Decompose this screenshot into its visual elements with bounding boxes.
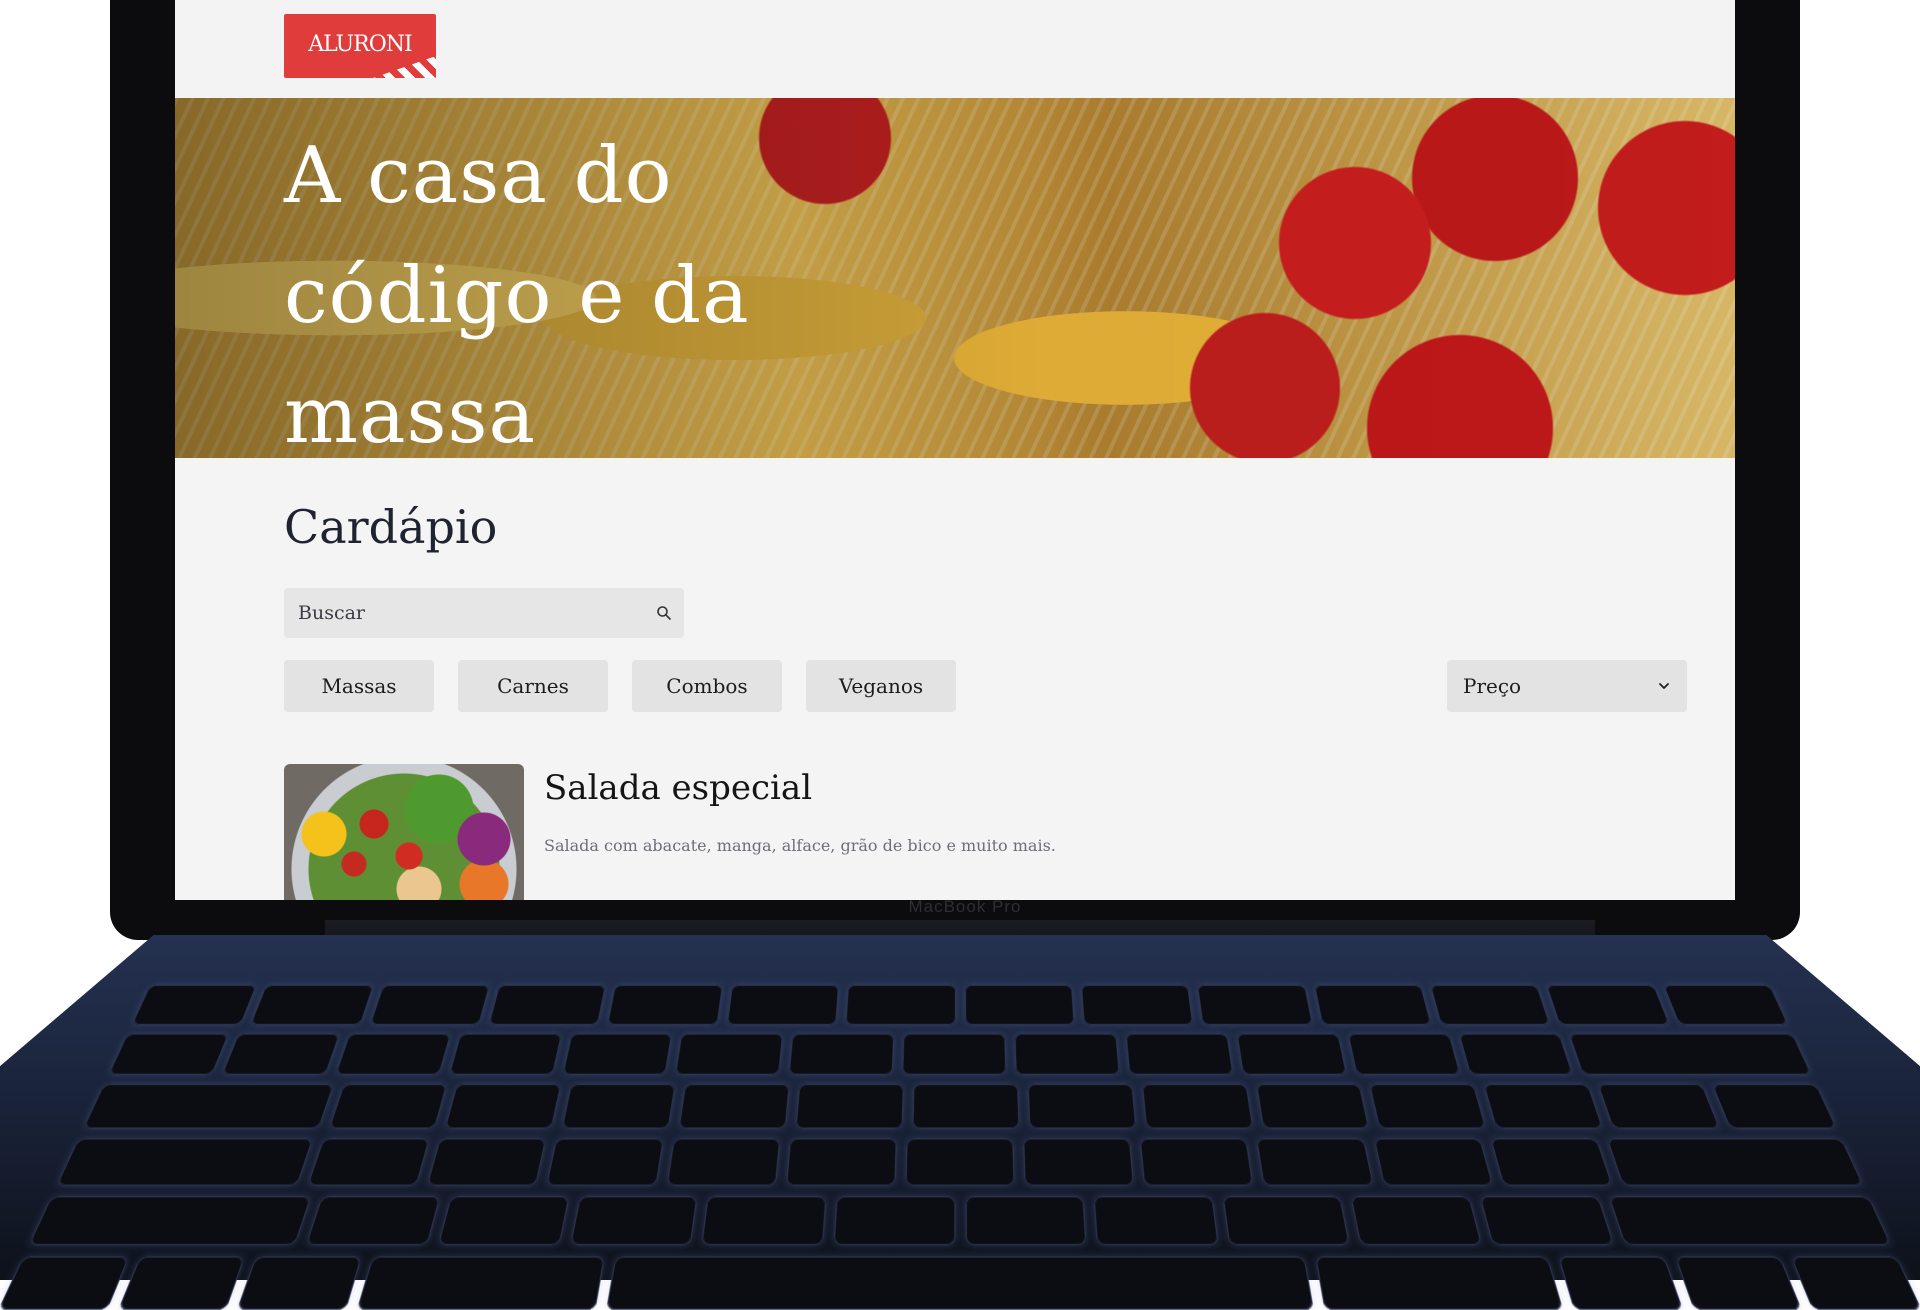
bezel-label: MacBook Pro bbox=[908, 897, 1022, 916]
search-input[interactable] bbox=[284, 588, 644, 638]
menu-item-card[interactable]: Salada especial Salada com abacate, mang… bbox=[284, 764, 1484, 900]
order-select[interactable]: Preço bbox=[1447, 660, 1687, 712]
brand-logo[interactable]: ALURONI bbox=[284, 14, 436, 78]
site-header: ALURONI bbox=[175, 0, 1735, 98]
filter-combos[interactable]: Combos bbox=[632, 660, 782, 712]
menu-item-title: Salada especial bbox=[544, 768, 813, 808]
search-box bbox=[284, 588, 684, 638]
filter-massas[interactable]: Massas bbox=[284, 660, 434, 712]
search-icon[interactable] bbox=[644, 605, 684, 621]
category-filters: Massas Carnes Combos Veganos bbox=[284, 660, 956, 712]
hero-title: A casa do código e da massa bbox=[284, 131, 750, 458]
filter-carnes[interactable]: Carnes bbox=[458, 660, 608, 712]
keyboard bbox=[0, 985, 1920, 1310]
menu-item-description: Salada com abacate, manga, alface, grão … bbox=[544, 836, 1056, 855]
hero-banner: A casa do código e da massa bbox=[175, 98, 1735, 458]
order-select-label: Preço bbox=[1463, 674, 1522, 698]
logo-checkered-pattern bbox=[373, 56, 436, 78]
logo-text: ALURONI bbox=[308, 32, 412, 57]
menu-item-image bbox=[284, 764, 524, 900]
screen: ALURONI A casa do código e da massa Card… bbox=[175, 0, 1735, 900]
chevron-down-icon bbox=[1657, 674, 1671, 698]
filter-veganos[interactable]: Veganos bbox=[806, 660, 956, 712]
menu-title: Cardápio bbox=[284, 500, 498, 554]
